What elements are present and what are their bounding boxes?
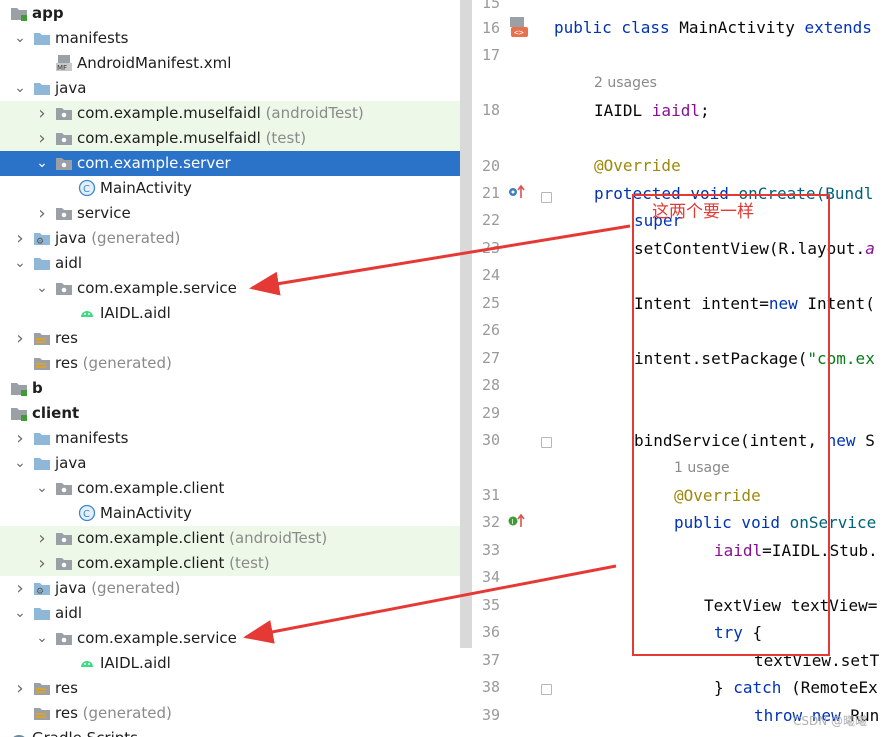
arrow-to-server-service — [249, 224, 631, 296]
watermark: CSDN @曦曦 — [793, 714, 868, 728]
annotation-arrows — [243, 224, 631, 644]
arrow-to-client-service — [243, 564, 617, 644]
